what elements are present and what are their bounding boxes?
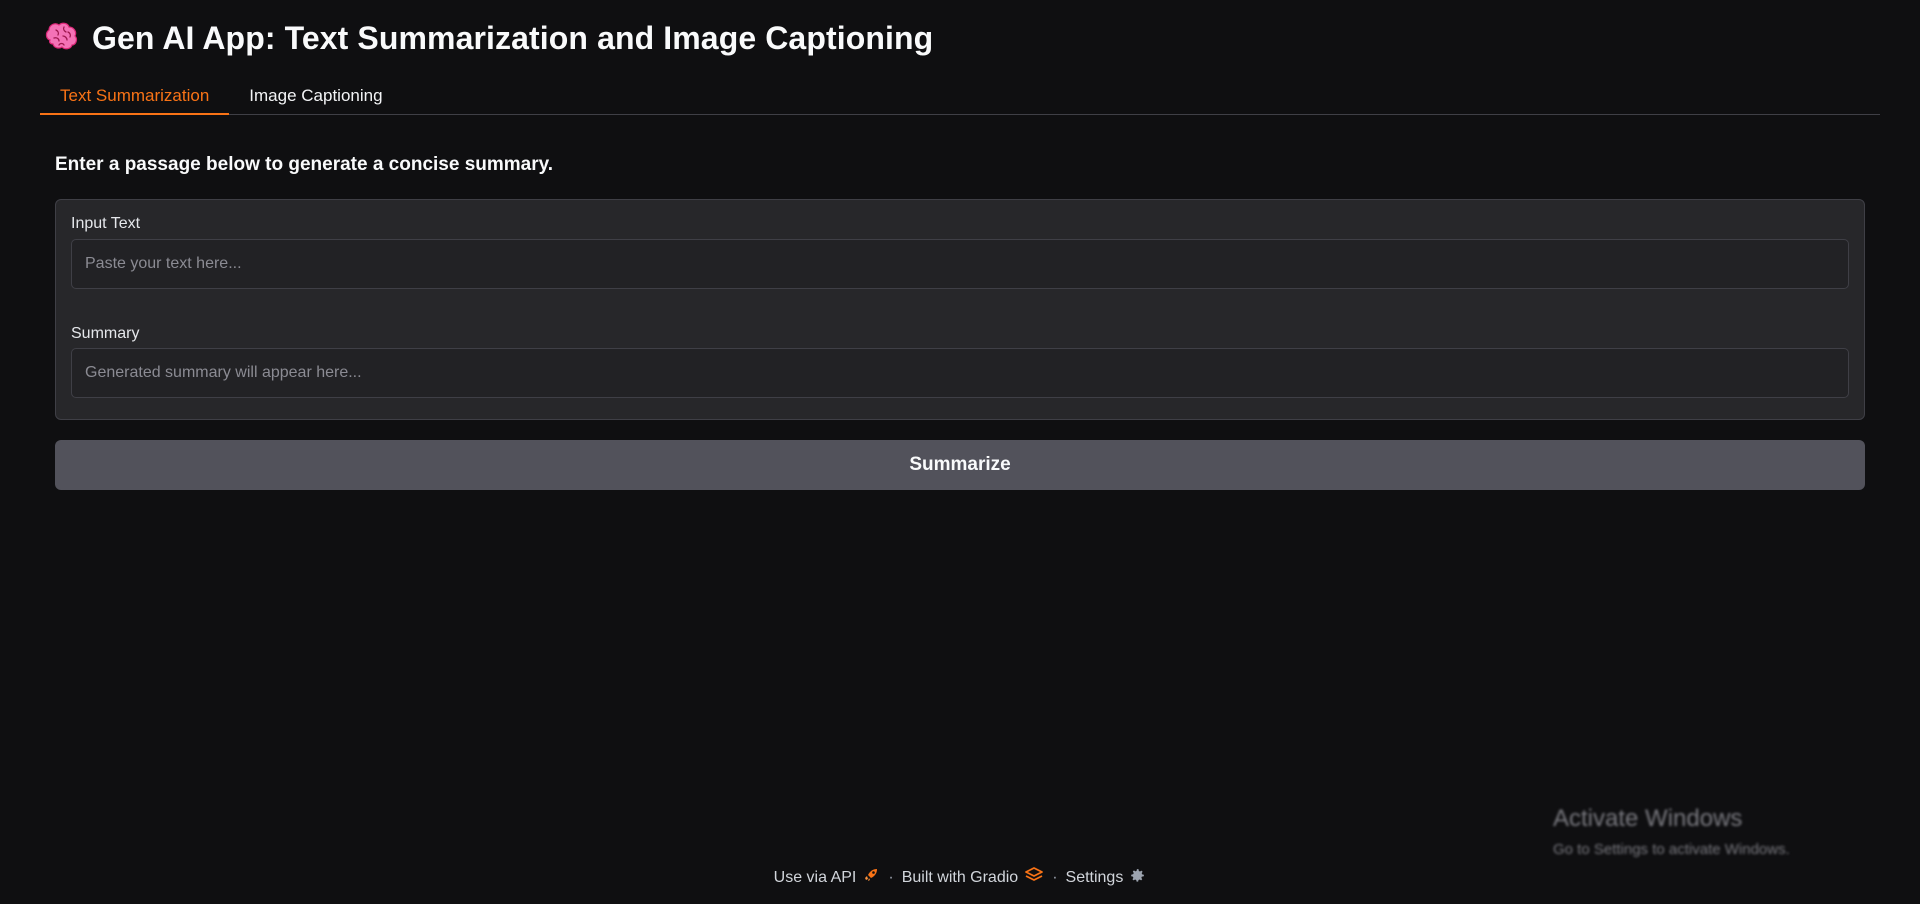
header: Gen AI App: Text Summarization and Image… [42, 18, 933, 58]
app-page: Gen AI App: Text Summarization and Image… [0, 0, 1920, 904]
gear-icon [1129, 867, 1146, 889]
gradio-logo-icon [1024, 866, 1044, 889]
tab-text-summarization[interactable]: Text Summarization [40, 78, 230, 115]
tab-bar: Text Summarization Image Captioning [40, 79, 1880, 115]
form-panel: Input Text Summary Generated summary wil… [55, 199, 1865, 420]
input-text-container [71, 239, 1849, 289]
summary-output-container: Generated summary will appear here... [71, 348, 1849, 398]
footer-separator: · [888, 868, 894, 886]
tab-image-captioning[interactable]: Image Captioning [229, 78, 402, 114]
summarize-button[interactable]: Summarize [55, 440, 1865, 490]
watermark-title: Activate Windows [1553, 805, 1743, 832]
input-text-field[interactable] [85, 255, 1835, 273]
windows-activation-watermark: Activate Windows Go to Settings to activ… [1553, 805, 1790, 858]
use-via-api-label: Use via API [773, 868, 857, 886]
settings-link[interactable]: Settings [1066, 867, 1147, 889]
intro-text: Enter a passage below to generate a conc… [55, 154, 554, 175]
page-title: Gen AI App: Text Summarization and Image… [92, 19, 934, 56]
use-via-api-link[interactable]: Use via API [774, 866, 881, 889]
summary-label: Summary [71, 325, 140, 342]
summary-output-field[interactable]: Generated summary will appear here... [85, 364, 1835, 382]
rocket-icon [862, 866, 880, 889]
footer: Use via API · Built with Gradio · Settin… [0, 866, 1920, 889]
settings-label: Settings [1065, 868, 1124, 886]
input-text-label: Input Text [71, 215, 141, 232]
built-with-gradio-label: Built with Gradio [901, 868, 1019, 886]
built-with-gradio-link[interactable]: Built with Gradio [902, 866, 1045, 889]
footer-separator: · [1052, 868, 1058, 886]
watermark-subtitle: Go to Settings to activate Windows. [1553, 841, 1790, 858]
brain-icon [42, 18, 82, 58]
